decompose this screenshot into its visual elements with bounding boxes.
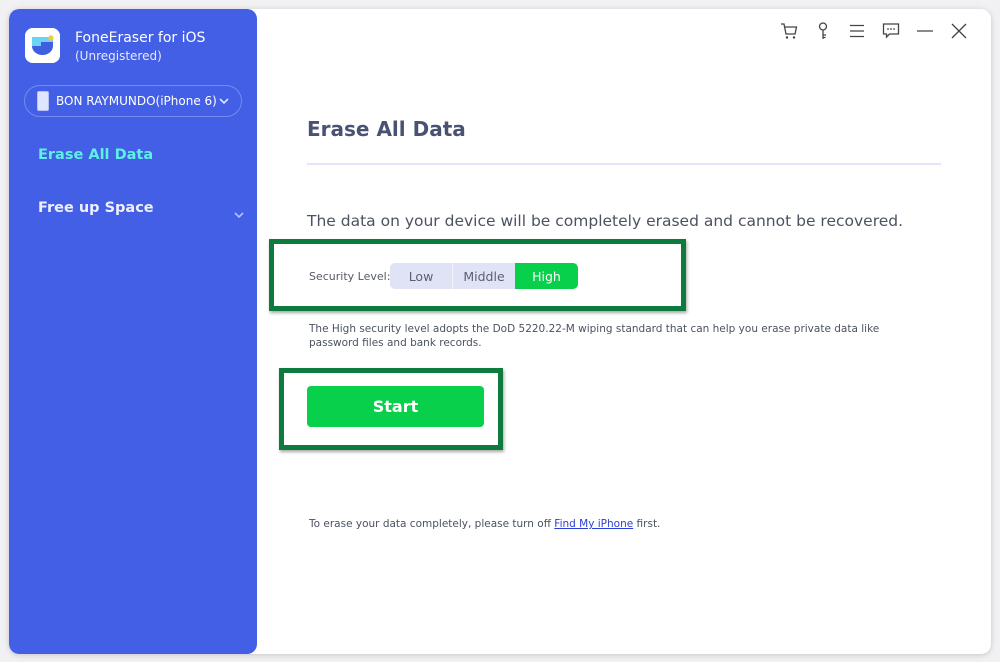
app-title: FoneEraser for iOS bbox=[75, 30, 206, 46]
minimize-icon[interactable] bbox=[915, 21, 935, 41]
app-window: FoneEraser for iOS (Unregistered) BON RA… bbox=[9, 9, 991, 654]
security-description: The High security level adopts the DoD 5… bbox=[309, 323, 880, 349]
device-name: BON RAYMUNDO(iPhone 6) bbox=[56, 94, 217, 108]
sidebar: FoneEraser for iOS (Unregistered) BON RA… bbox=[9, 9, 257, 654]
phone-icon bbox=[37, 91, 49, 111]
chevron-down-icon[interactable] bbox=[233, 205, 245, 224]
menu-icon[interactable] bbox=[847, 21, 867, 41]
note-prefix: To erase your data completely, please tu… bbox=[309, 518, 555, 530]
close-icon[interactable] bbox=[949, 21, 969, 41]
security-option-middle[interactable]: Middle bbox=[453, 263, 515, 289]
security-level-label: Security Level: bbox=[309, 270, 391, 283]
find-my-iphone-link[interactable]: Find My iPhone bbox=[554, 518, 633, 530]
page-title: Erase All Data bbox=[307, 117, 466, 141]
find-my-iphone-note: To erase your data completely, please tu… bbox=[309, 518, 660, 530]
start-button[interactable]: Start bbox=[307, 386, 484, 427]
chat-icon[interactable] bbox=[881, 21, 901, 41]
window-toolbar bbox=[779, 21, 969, 41]
security-option-high[interactable]: High bbox=[515, 263, 578, 289]
device-selector[interactable]: BON RAYMUNDO(iPhone 6) bbox=[24, 85, 242, 117]
sidebar-item-erase-all-data[interactable]: Erase All Data bbox=[38, 147, 153, 163]
cart-icon[interactable] bbox=[779, 21, 799, 41]
chevron-down-icon bbox=[217, 93, 231, 112]
app-logo-icon bbox=[25, 28, 60, 63]
note-suffix: first. bbox=[633, 518, 661, 530]
security-level-selector: Low Middle High bbox=[390, 263, 578, 289]
erase-warning: The data on your device will be complete… bbox=[307, 212, 904, 230]
registration-status: (Unregistered) bbox=[75, 49, 162, 63]
title-divider bbox=[307, 163, 941, 165]
sidebar-item-free-up-space[interactable]: Free up Space bbox=[38, 200, 154, 216]
key-icon[interactable] bbox=[813, 21, 833, 41]
security-option-low[interactable]: Low bbox=[390, 263, 453, 289]
